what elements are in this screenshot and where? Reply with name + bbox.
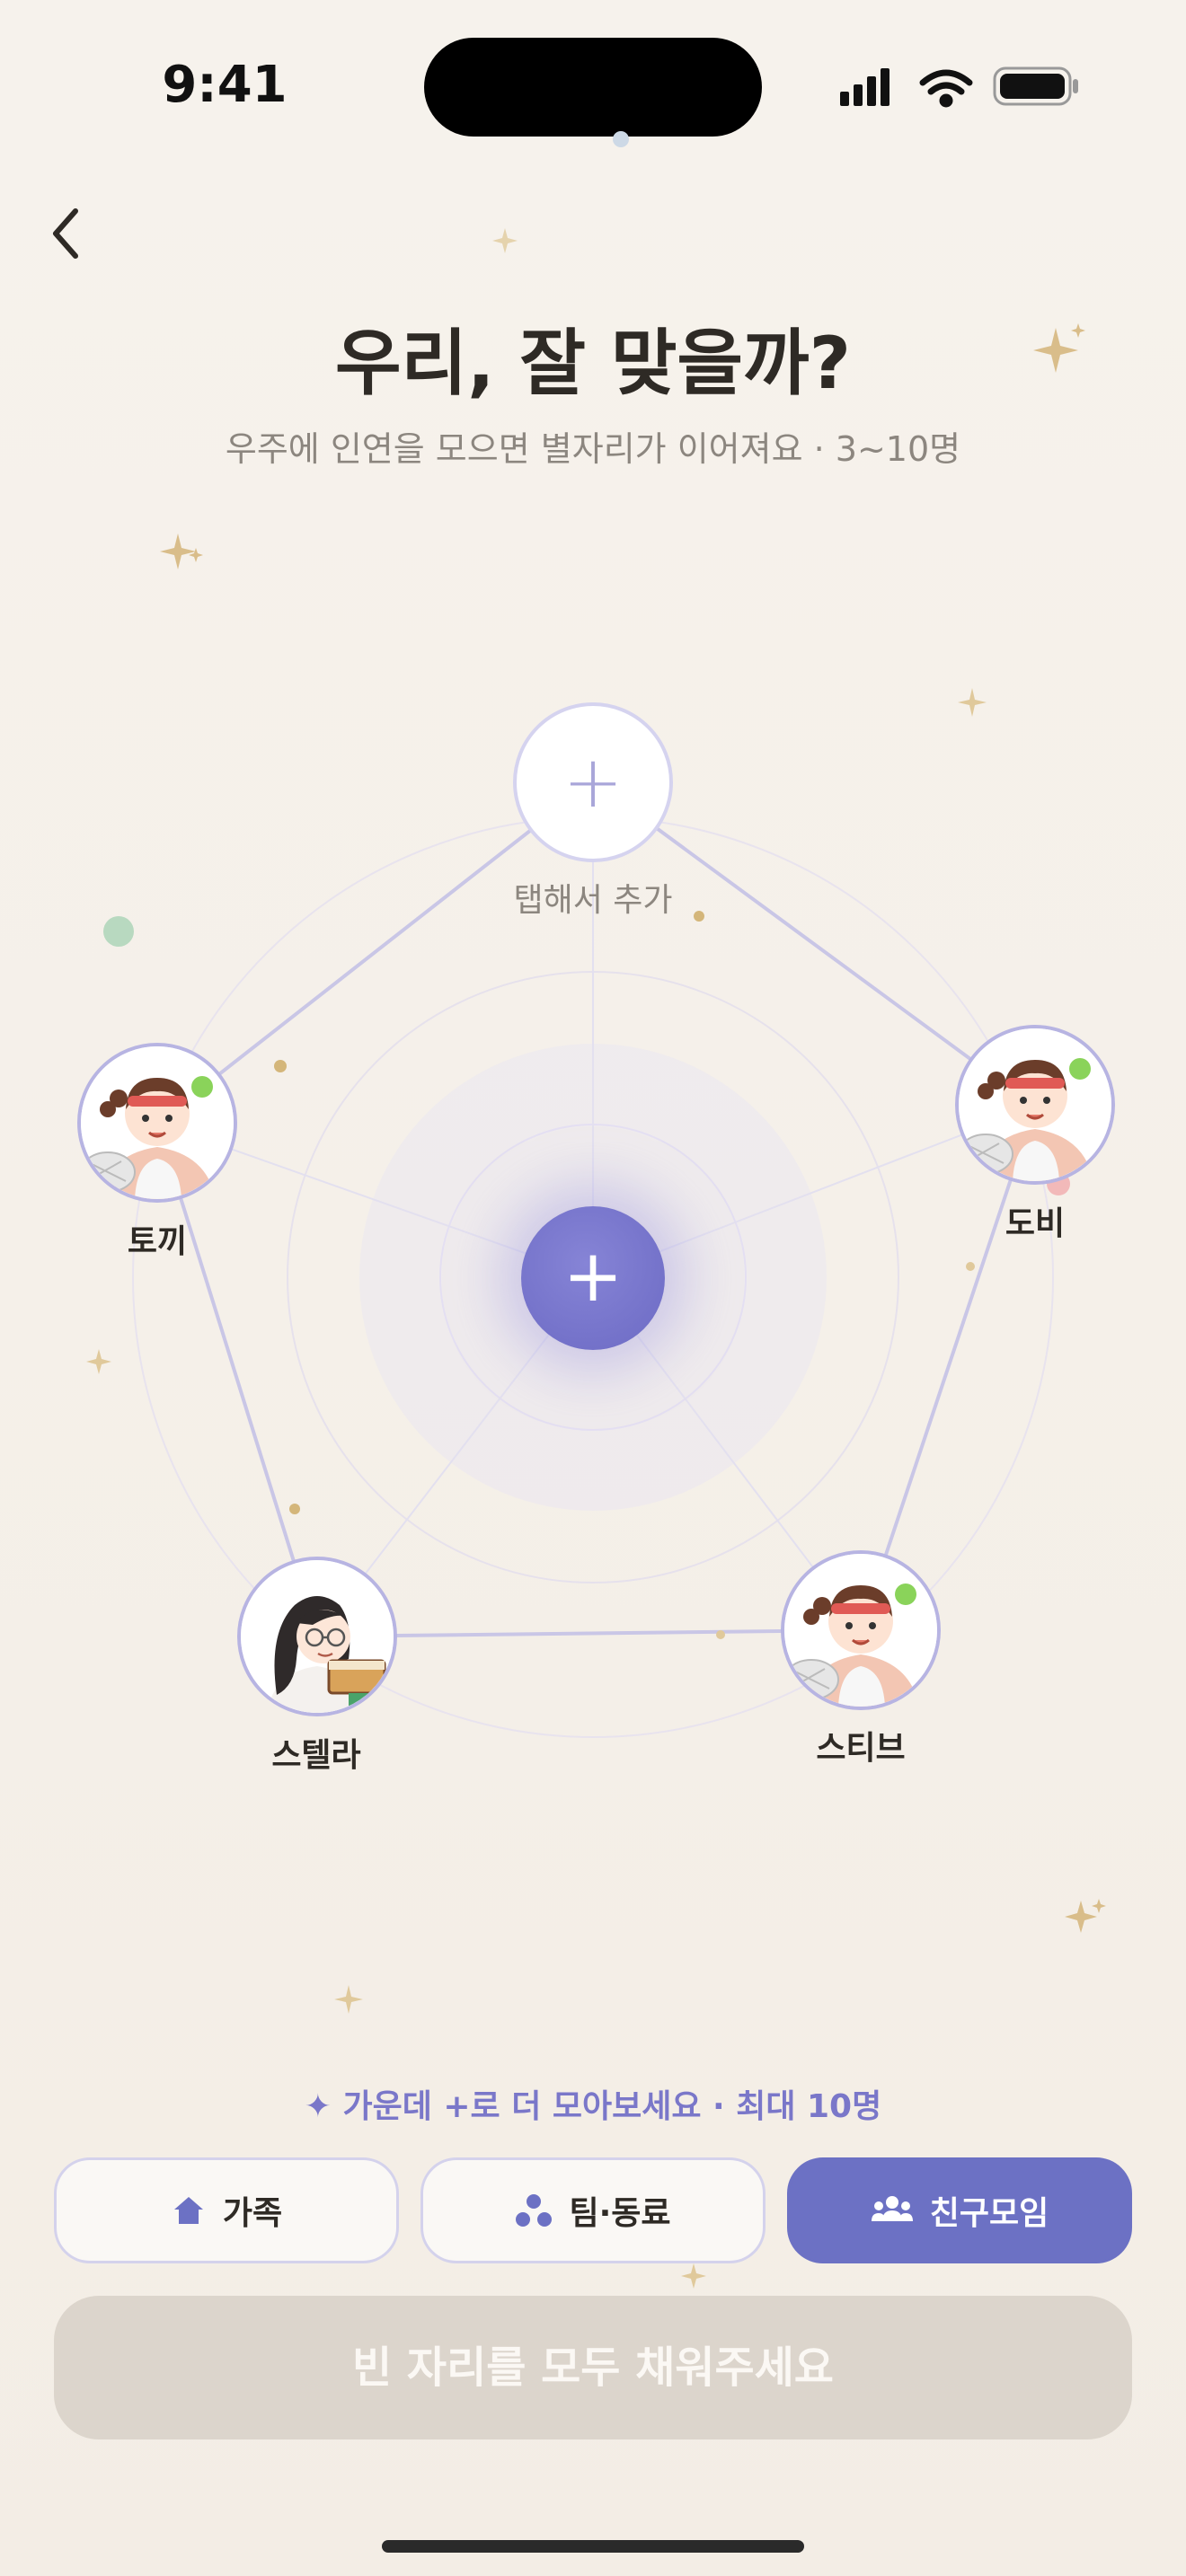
member-name: 도비 (1005, 1205, 1066, 1242)
constellation-graph (103, 780, 1070, 1738)
category-family-button[interactable]: 가족 (54, 2157, 399, 2263)
category-label: 팀·동료 (569, 2195, 671, 2232)
screen: 9:41 우리, 잘 맞을까? 우주에 인연을 모으면 별자리가 이어져요 · … (0, 0, 1186, 2576)
member-name: 스티브 (816, 1730, 906, 1767)
empty-slot-label: 탭해서 추가 (513, 882, 673, 919)
glasses-girl-avatar-icon (241, 1560, 394, 1713)
tennis-girl-avatar-icon (784, 1554, 937, 1707)
sparkle-icon (1065, 1899, 1106, 1933)
sparkle-icon (681, 2263, 706, 2289)
center-add-button[interactable]: + (521, 1206, 665, 1350)
tennis-girl-avatar-icon (959, 1028, 1111, 1181)
decor-dot (103, 916, 134, 947)
plus-icon: + (562, 1234, 624, 1318)
member-avatar[interactable] (77, 1043, 237, 1203)
home-icon (173, 2197, 203, 2224)
hint-text: ✦ 가운데 +로 더 모아보세요 · 최대 10명 (304, 2088, 882, 2125)
empty-slot[interactable]: + (513, 702, 673, 862)
team-icon (516, 2194, 553, 2227)
home-indicator (382, 2540, 804, 2553)
category-friends-button[interactable]: 친구모임 (787, 2157, 1132, 2263)
plus-icon: + (562, 740, 624, 824)
category-team-button[interactable]: 팀·동료 (420, 2157, 766, 2263)
member-avatar[interactable] (237, 1557, 397, 1716)
submit-button[interactable]: 빈 자리를 모두 채워주세요 (54, 2296, 1132, 2439)
member-avatar[interactable] (955, 1025, 1115, 1185)
group-icon (871, 2196, 913, 2221)
sparkle-icon (334, 1985, 363, 2014)
member-avatar[interactable] (781, 1550, 941, 1710)
member-name: 토끼 (127, 1223, 188, 1260)
category-label: 친구모임 (929, 2195, 1049, 2232)
tennis-girl-avatar-icon (81, 1046, 234, 1199)
member-name: 스텔라 (271, 1737, 361, 1774)
category-label: 가족 (222, 2195, 283, 2232)
